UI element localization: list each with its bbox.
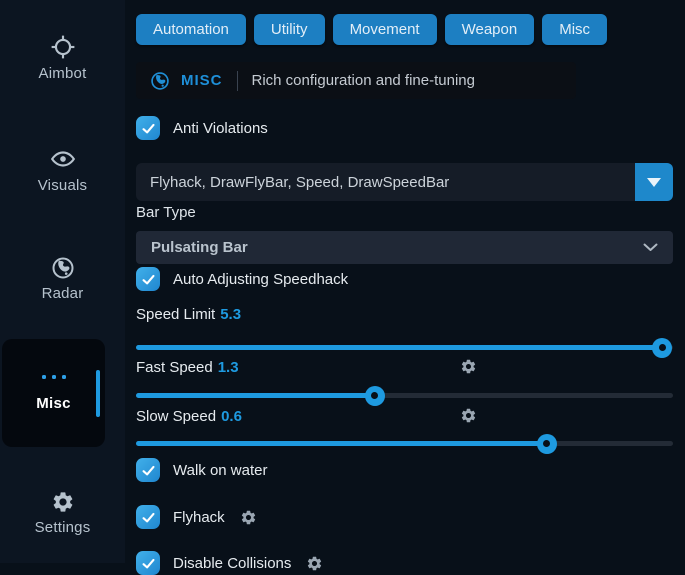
slider-label: Speed Limit bbox=[136, 306, 215, 323]
section-subtitle: Rich configuration and fine-tuning bbox=[252, 72, 475, 89]
slider-handle[interactable] bbox=[652, 338, 672, 358]
slider-label: Slow Speed bbox=[136, 408, 216, 425]
gear-icon[interactable] bbox=[306, 555, 323, 572]
flyhack-checkbox[interactable] bbox=[136, 505, 160, 529]
tab-utility[interactable]: Utility bbox=[254, 14, 325, 45]
slider-fill bbox=[136, 393, 375, 398]
bar-flags-select[interactable]: Flyhack, DrawFlyBar, Speed, DrawSpeedBar bbox=[136, 163, 673, 201]
slider-fill bbox=[136, 345, 662, 350]
triangle-down-icon bbox=[647, 178, 661, 187]
globe-icon bbox=[150, 71, 170, 91]
sidebar: Aimbot Visuals Radar Misc Settings bbox=[0, 0, 125, 563]
auto-adjusting-speedhack-checkbox[interactable] bbox=[136, 267, 160, 291]
sidebar-item-settings[interactable]: Settings bbox=[0, 490, 125, 536]
disable-collisions-checkbox[interactable] bbox=[136, 551, 160, 575]
speed-limit-slider[interactable] bbox=[136, 345, 673, 350]
sidebar-item-label: Settings bbox=[35, 519, 91, 536]
checkbox-label: Flyhack bbox=[173, 509, 225, 526]
slider-value: 0.6 bbox=[221, 408, 242, 425]
slider-fill bbox=[136, 441, 547, 446]
check-icon bbox=[140, 462, 157, 479]
fast-speed-slider[interactable] bbox=[136, 393, 673, 398]
anti-violations-row[interactable]: Anti Violations bbox=[136, 116, 268, 140]
check-icon bbox=[140, 271, 157, 288]
check-icon bbox=[140, 555, 157, 572]
tab-misc[interactable]: Misc bbox=[542, 14, 607, 45]
checkbox-label: Auto Adjusting Speedhack bbox=[173, 271, 348, 288]
speed-limit-label-row: Speed Limit 5.3 bbox=[136, 306, 673, 324]
bar-type-value: Pulsating Bar bbox=[151, 239, 248, 256]
slider-value: 5.3 bbox=[220, 306, 241, 323]
selected-accent-bar bbox=[96, 370, 100, 417]
slow-speed-slider[interactable] bbox=[136, 441, 673, 446]
flyhack-row[interactable]: Flyhack bbox=[136, 505, 257, 529]
disable-collisions-row[interactable]: Disable Collisions bbox=[136, 551, 323, 575]
slider-label: Fast Speed bbox=[136, 359, 213, 376]
check-icon bbox=[140, 120, 157, 137]
sidebar-item-misc-selected[interactable]: Misc bbox=[2, 339, 105, 447]
walk-on-water-row[interactable]: Walk on water bbox=[136, 458, 267, 482]
gear-icon[interactable] bbox=[460, 358, 477, 375]
crosshair-icon bbox=[50, 34, 76, 60]
slow-speed-label-row: Slow Speed 0.6 bbox=[136, 408, 673, 426]
tab-weapon[interactable]: Weapon bbox=[445, 14, 535, 45]
globe-icon bbox=[51, 256, 75, 280]
anti-violations-checkbox[interactable] bbox=[136, 116, 160, 140]
slider-value: 1.3 bbox=[218, 359, 239, 376]
eye-icon bbox=[50, 146, 76, 172]
slider-handle[interactable] bbox=[365, 386, 385, 406]
section-title: MISC bbox=[181, 72, 223, 89]
sidebar-item-visuals[interactable]: Visuals bbox=[0, 146, 125, 194]
gear-icon[interactable] bbox=[460, 407, 477, 424]
category-tabs: Automation Utility Movement Weapon Misc bbox=[136, 14, 607, 45]
section-header: MISC Rich configuration and fine-tuning bbox=[136, 62, 576, 99]
checkbox-label: Walk on water bbox=[173, 462, 267, 479]
chevron-down-icon bbox=[643, 243, 658, 252]
tab-movement[interactable]: Movement bbox=[333, 14, 437, 45]
auto-adjusting-speedhack-row[interactable]: Auto Adjusting Speedhack bbox=[136, 267, 348, 291]
sidebar-item-radar[interactable]: Radar bbox=[0, 256, 125, 302]
bar-flags-value: Flyhack, DrawFlyBar, Speed, DrawSpeedBar bbox=[136, 174, 449, 191]
divider bbox=[237, 71, 238, 91]
slider-handle[interactable] bbox=[537, 434, 557, 454]
gear-icon bbox=[51, 490, 75, 514]
bar-type-label: Bar Type bbox=[136, 204, 196, 221]
sidebar-item-label: Misc bbox=[36, 395, 71, 412]
gear-icon[interactable] bbox=[240, 509, 257, 526]
fast-speed-label-row: Fast Speed 1.3 bbox=[136, 359, 673, 377]
sidebar-item-label: Radar bbox=[42, 285, 84, 302]
bar-type-select[interactable]: Pulsating Bar bbox=[136, 231, 673, 264]
walk-on-water-checkbox[interactable] bbox=[136, 458, 160, 482]
ellipsis-icon bbox=[42, 375, 66, 379]
sidebar-item-aimbot[interactable]: Aimbot bbox=[0, 34, 125, 82]
dropdown-open-button[interactable] bbox=[635, 163, 673, 201]
check-icon bbox=[140, 509, 157, 526]
checkbox-label: Disable Collisions bbox=[173, 555, 291, 572]
sidebar-item-label: Aimbot bbox=[39, 65, 87, 82]
checkbox-label: Anti Violations bbox=[173, 120, 268, 137]
sidebar-item-label: Visuals bbox=[38, 177, 87, 194]
tab-automation[interactable]: Automation bbox=[136, 14, 246, 45]
